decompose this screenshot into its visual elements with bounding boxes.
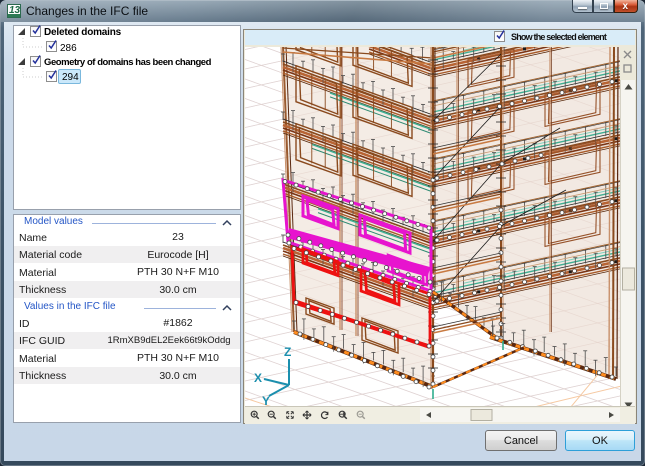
svg-text:Y: Y: [262, 394, 270, 406]
svg-text:X: X: [254, 371, 262, 385]
svg-text:Z: Z: [284, 345, 291, 359]
